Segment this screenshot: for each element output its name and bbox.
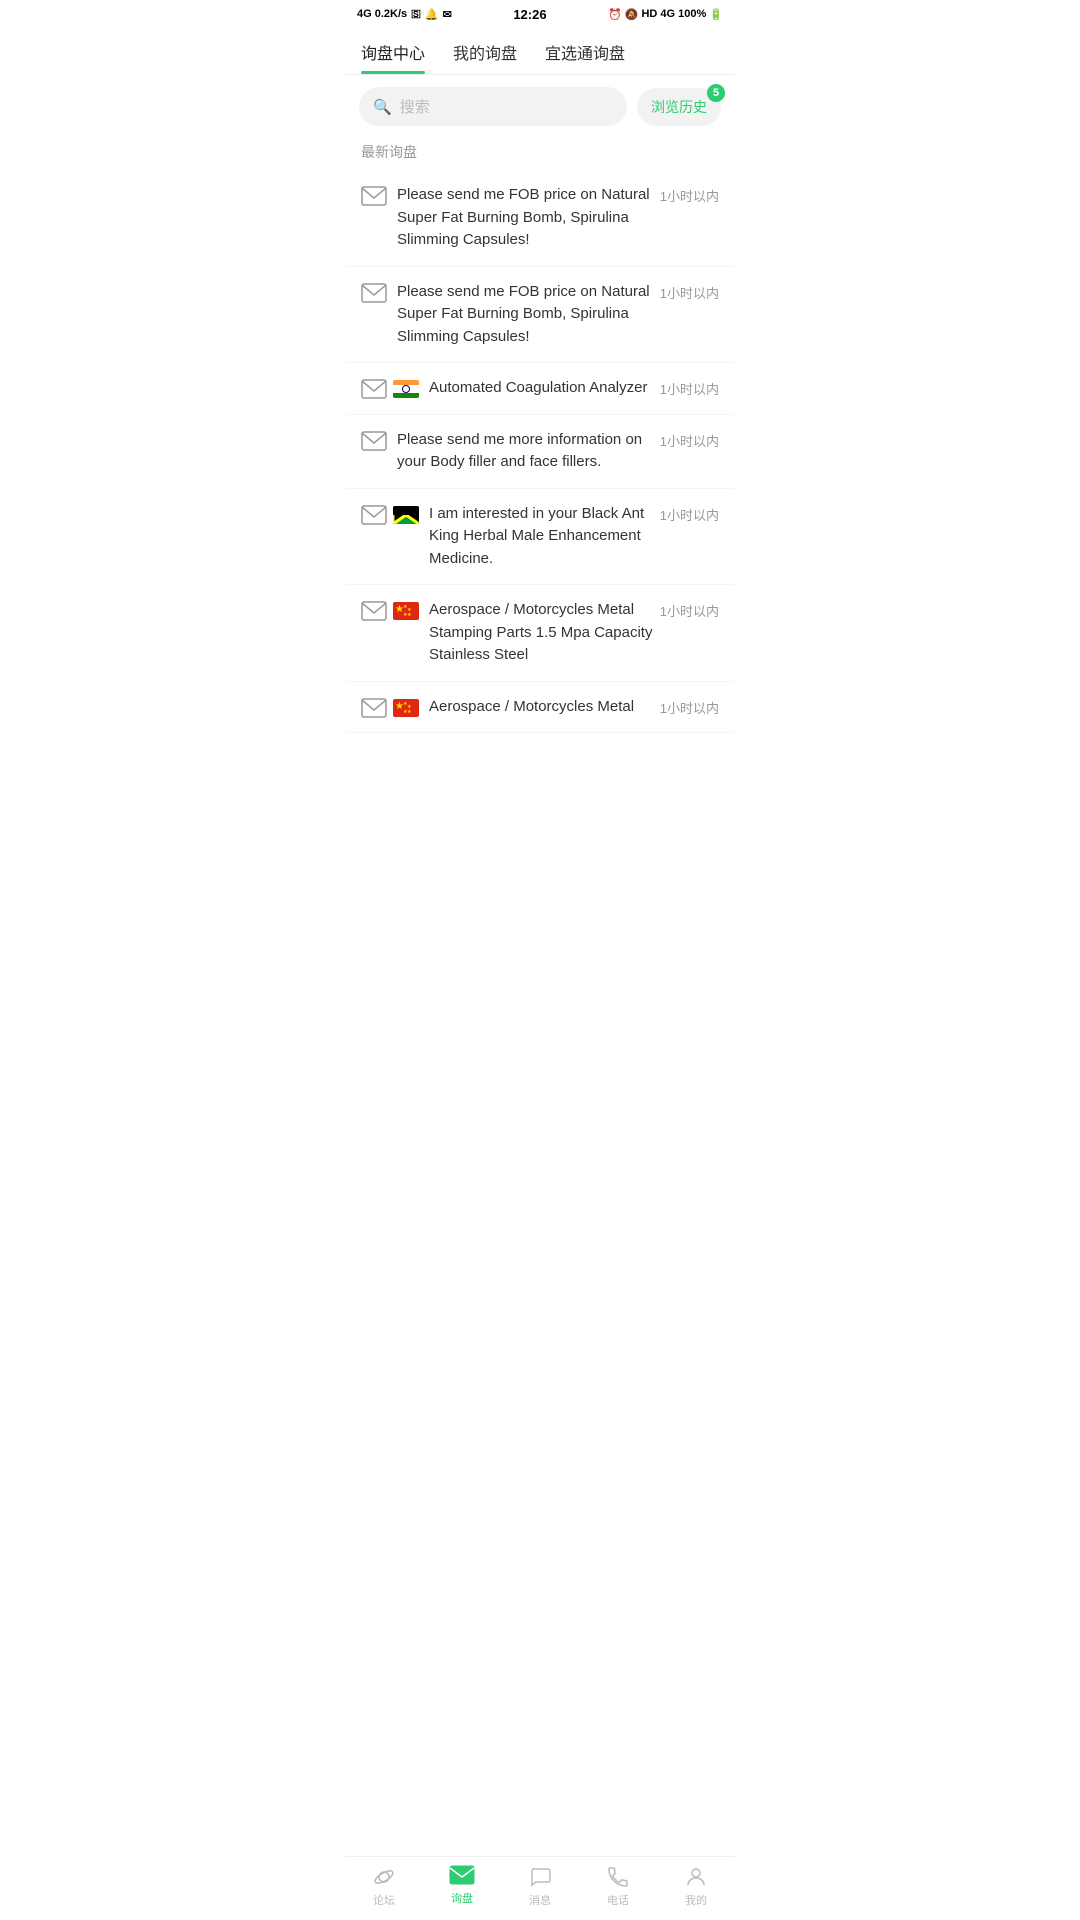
history-label: 浏览历史 — [651, 99, 707, 115]
nav-label-mine: 我的 — [685, 1892, 707, 1908]
inquiry-content: Please send me FOB price on Natural Supe… — [397, 281, 719, 349]
inquiry-time: 1小时以内 — [660, 379, 719, 398]
list-item[interactable]: I am interested in your Black Ant King H… — [345, 489, 735, 586]
inquiry-icons: ★ ★ ★ ★ ★ — [361, 698, 419, 718]
tab-inquiry-center[interactable]: 询盘中心 — [361, 28, 425, 74]
list-item[interactable]: Please send me FOB price on Natural Supe… — [345, 170, 735, 267]
inquiry-text: Aerospace / Motorcycles Metal — [429, 696, 634, 719]
inquiry-icons — [361, 186, 387, 206]
inquiry-list: Please send me FOB price on Natural Supe… — [345, 170, 735, 733]
no-sound-icon: 🔕 — [625, 8, 639, 21]
nav-label-phone: 电话 — [607, 1892, 629, 1908]
mail-notif-icon: ✉ — [443, 8, 452, 21]
nav-item-inquiry[interactable]: 询盘 — [432, 1865, 492, 1908]
inquiry-icons — [361, 283, 387, 303]
china-flag-icon: ★ ★ ★ ★ ★ — [393, 602, 419, 620]
status-time: 12:26 — [513, 7, 546, 22]
inquiry-icons: ★ ★ ★ ★ ★ — [361, 601, 419, 621]
inquiry-time: 1小时以内 — [660, 431, 719, 450]
inquiry-text: Please send me FOB price on Natural Supe… — [397, 184, 660, 252]
inquiry-content: Please send me more information on your … — [397, 429, 719, 474]
inquiry-text: Please send me more information on your … — [397, 429, 660, 474]
planet-icon — [372, 1865, 396, 1889]
history-button[interactable]: 浏览历史 5 — [637, 88, 721, 126]
inquiry-icons — [361, 431, 387, 451]
status-left: 4G 0.2K/s 🇸 🔔 ✉ — [357, 8, 452, 21]
mail-icon — [361, 431, 387, 451]
inquiry-content: Aerospace / Motorcycles Metal 1小时以内 — [429, 696, 719, 719]
battery-icon: 🔋 — [709, 8, 723, 21]
status-right: ⏰ 🔕 HD 4G 100% 🔋 — [608, 8, 723, 21]
tab-yixuan-inquiry[interactable]: 宜选通询盘 — [545, 28, 625, 74]
network-info: 4G 0.2K/s — [357, 8, 407, 20]
china-flag-icon: ★ ★ ★ ★ ★ — [393, 699, 419, 717]
inquiry-content: I am interested in your Black Ant King H… — [429, 503, 719, 571]
inquiry-text: Please send me FOB price on Natural Supe… — [397, 281, 660, 349]
nav-item-phone[interactable]: 电话 — [588, 1865, 648, 1908]
section-title: 最新询盘 — [345, 138, 735, 170]
nav-item-forum[interactable]: 论坛 — [354, 1865, 414, 1908]
inquiry-icons — [361, 379, 419, 399]
search-placeholder: 搜索 — [400, 96, 430, 117]
nav-label-inquiry: 询盘 — [451, 1890, 473, 1906]
nav-label-forum: 论坛 — [373, 1892, 395, 1908]
search-icon: 🔍 — [373, 98, 392, 116]
svg-text:★: ★ — [407, 612, 412, 618]
history-badge: 5 — [707, 84, 725, 102]
inquiry-icons — [361, 505, 419, 525]
bell-icon: 🔔 — [425, 8, 439, 21]
bottom-nav: 论坛 询盘 消息 电话 我的 — [345, 1856, 735, 1920]
nav-item-mine[interactable]: 我的 — [666, 1865, 726, 1908]
list-item[interactable]: Automated Coagulation Analyzer 1小时以内 — [345, 363, 735, 415]
inquiry-text: Automated Coagulation Analyzer — [429, 377, 647, 400]
mail-active-icon — [449, 1865, 475, 1887]
inquiry-time: 1小时以内 — [660, 505, 719, 524]
india-flag-icon — [393, 380, 419, 398]
inquiry-text: Aerospace / Motorcycles Metal Stamping P… — [429, 599, 660, 667]
mail-icon — [361, 601, 387, 621]
inquiry-content: Automated Coagulation Analyzer 1小时以内 — [429, 377, 719, 400]
svg-text:★: ★ — [407, 709, 412, 715]
tab-bar: 询盘中心 我的询盘 宜选通询盘 — [345, 28, 735, 75]
phone-icon — [606, 1865, 630, 1889]
list-item[interactable]: Please send me more information on your … — [345, 415, 735, 489]
inquiry-time: 1小时以内 — [660, 698, 719, 717]
tab-my-inquiry[interactable]: 我的询盘 — [453, 28, 517, 74]
mail-icon — [361, 698, 387, 718]
mail-icon — [361, 379, 387, 399]
app-icon-s: 🇸 — [411, 8, 421, 21]
chat-icon — [528, 1865, 552, 1889]
inquiry-time: 1小时以内 — [660, 601, 719, 620]
list-item[interactable]: ★ ★ ★ ★ ★ Aerospace / Motorcycles Metal … — [345, 682, 735, 734]
signal-info: HD 4G 100% — [641, 8, 706, 20]
mail-icon — [361, 283, 387, 303]
inquiry-time: 1小时以内 — [660, 186, 719, 205]
alarm-icon: ⏰ — [608, 8, 622, 21]
search-area: 🔍 搜索 浏览历史 5 — [345, 75, 735, 138]
inquiry-time: 1小时以内 — [660, 283, 719, 302]
jamaica-flag-icon — [393, 506, 419, 524]
svg-text:★: ★ — [403, 709, 408, 715]
svg-text:★: ★ — [403, 612, 408, 618]
list-item[interactable]: ★ ★ ★ ★ ★ Aerospace / Motorcycles Metal … — [345, 585, 735, 682]
nav-item-message[interactable]: 消息 — [510, 1865, 570, 1908]
inquiry-content: Aerospace / Motorcycles Metal Stamping P… — [429, 599, 719, 667]
nav-label-message: 消息 — [529, 1892, 551, 1908]
status-bar: 4G 0.2K/s 🇸 🔔 ✉ 12:26 ⏰ 🔕 HD 4G 100% 🔋 — [345, 0, 735, 28]
person-icon — [684, 1865, 708, 1889]
inquiry-text: I am interested in your Black Ant King H… — [429, 503, 660, 571]
mail-icon — [361, 186, 387, 206]
search-box[interactable]: 🔍 搜索 — [359, 87, 627, 126]
list-item[interactable]: Please send me FOB price on Natural Supe… — [345, 267, 735, 364]
inquiry-content: Please send me FOB price on Natural Supe… — [397, 184, 719, 252]
mail-icon — [361, 505, 387, 525]
